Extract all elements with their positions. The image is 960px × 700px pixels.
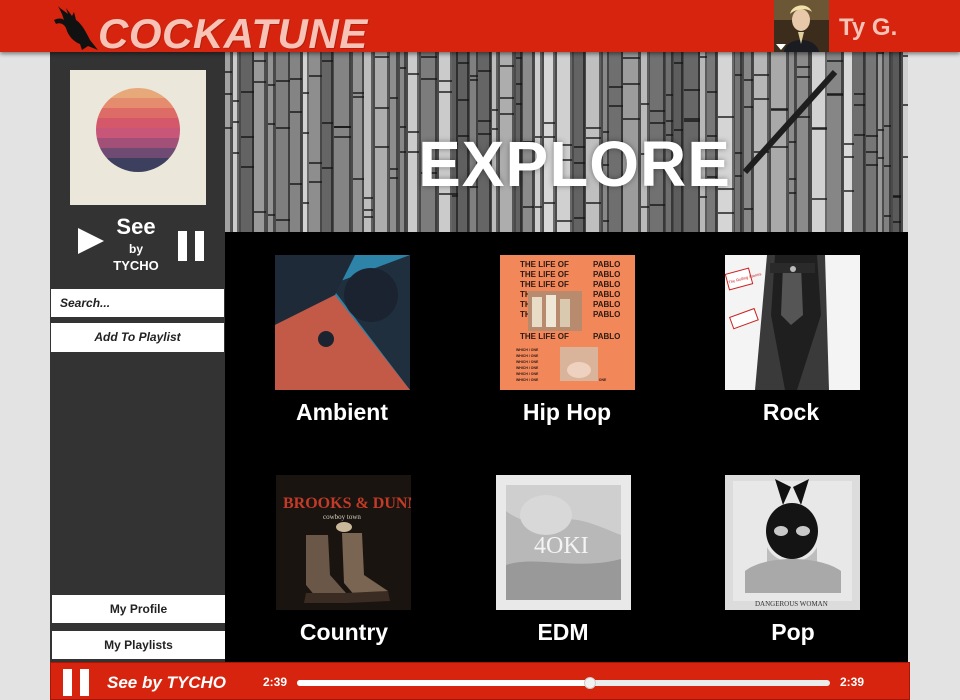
svg-text:THE LIFE OF: THE LIFE OF [520, 332, 569, 341]
genre-rock[interactable]: The Rolling Stones Rock [701, 255, 881, 435]
svg-text:PABLO: PABLO [593, 270, 620, 279]
svg-text:PABLO: PABLO [593, 280, 620, 289]
now-playing-song: See [116, 214, 156, 239]
genre-label[interactable]: Country [254, 619, 434, 646]
svg-text:PABLO: PABLO [593, 300, 620, 309]
svg-text:BROOKS & DUNN: BROOKS & DUNN [283, 495, 411, 512]
my-playlists-button[interactable]: My Playlists [52, 631, 225, 659]
svg-text:WHICH / ONE: WHICH / ONE [516, 372, 539, 376]
edm-cover[interactable]: 4OKI [496, 475, 631, 610]
ambient-cover[interactable] [275, 255, 410, 390]
svg-text:WHICH / ONE: WHICH / ONE [516, 360, 539, 364]
caret-down-icon[interactable] [776, 44, 786, 50]
genre-hip-hop[interactable]: THE LIFE OF PABLO THE LIFE OF PABLO THE … [477, 255, 657, 435]
genre-label[interactable]: Ambient [252, 399, 432, 426]
play-icon[interactable] [78, 228, 104, 254]
my-profile-button[interactable]: My Profile [52, 595, 225, 623]
svg-text:WHICH / ONE: WHICH / ONE [516, 378, 539, 382]
progress-handle[interactable] [584, 677, 597, 689]
svg-text:PABLO: PABLO [593, 290, 620, 299]
country-cover[interactable]: BROOKS & DUNN cowboy town [276, 475, 411, 610]
svg-text:4OKI: 4OKI [534, 533, 589, 559]
app-title[interactable]: COCKATUNE [98, 10, 368, 58]
genre-label[interactable]: Hip Hop [477, 399, 657, 426]
page-title: EXPLORE [418, 128, 731, 200]
pablo-line: THE LIFE OF [520, 260, 569, 269]
total-time: 2:39 [840, 675, 865, 689]
app-header: COCKATUNE Ty G. [0, 0, 960, 57]
svg-text:cowboy town: cowboy town [323, 513, 361, 521]
genre-label[interactable]: Pop [703, 619, 883, 646]
sidebar: See by TYCHO Add To Playlist My Profile … [50, 52, 225, 662]
svg-text:THE LIFE OF: THE LIFE OF [520, 280, 569, 289]
progress-fill [297, 680, 591, 686]
genre-edm[interactable]: 4OKI EDM [473, 475, 653, 655]
svg-text:PABLO: PABLO [593, 332, 620, 341]
pause-icon[interactable] [178, 231, 204, 261]
svg-text:DANGEROUS WOMAN: DANGEROUS WOMAN [755, 600, 828, 608]
player-bar: See by TYCHO 2:39 2:39 [50, 662, 910, 700]
genre-ambient[interactable]: Ambient [252, 255, 432, 435]
genre-label[interactable]: Rock [701, 399, 881, 426]
svg-text:PABLO: PABLO [593, 310, 620, 319]
now-playing-album-art [70, 70, 206, 205]
player-track-title: See by TYCHO [107, 673, 227, 692]
cockatoo-icon [54, 6, 98, 50]
svg-text:THE LIFE OF: THE LIFE OF [520, 270, 569, 279]
pause-icon[interactable] [63, 669, 89, 696]
now-playing-artist: TYCHO [113, 258, 159, 273]
genre-pop[interactable]: DANGEROUS WOMAN Pop [703, 475, 883, 655]
svg-text:WHICH / ONE: WHICH / ONE [516, 366, 539, 370]
explore-banner: EXPLORE [225, 52, 908, 232]
genre-label[interactable]: EDM [473, 619, 653, 646]
svg-text:WHICH / ONE: WHICH / ONE [516, 354, 539, 358]
now-playing-by: by [128, 242, 143, 256]
genre-country[interactable]: BROOKS & DUNN cowboy town Country [254, 475, 434, 655]
svg-text:PABLO: PABLO [593, 260, 620, 269]
rock-cover[interactable]: The Rolling Stones [725, 255, 860, 390]
main-content: EXPLORE Ambient THE LIFE OF PABLO THE LI… [225, 52, 908, 662]
pop-cover[interactable]: DANGEROUS WOMAN [725, 475, 860, 610]
current-time: 2:39 [263, 675, 288, 689]
user-name[interactable]: Ty G. [839, 14, 897, 42]
svg-text:WHICH / ONE: WHICH / ONE [516, 348, 539, 352]
hip-hop-cover[interactable]: THE LIFE OF PABLO THE LIFE OF PABLO THE … [500, 255, 635, 390]
search-input[interactable] [51, 289, 224, 317]
progress-slider[interactable] [297, 677, 830, 689]
add-to-playlist-button[interactable]: Add To Playlist [51, 323, 224, 352]
